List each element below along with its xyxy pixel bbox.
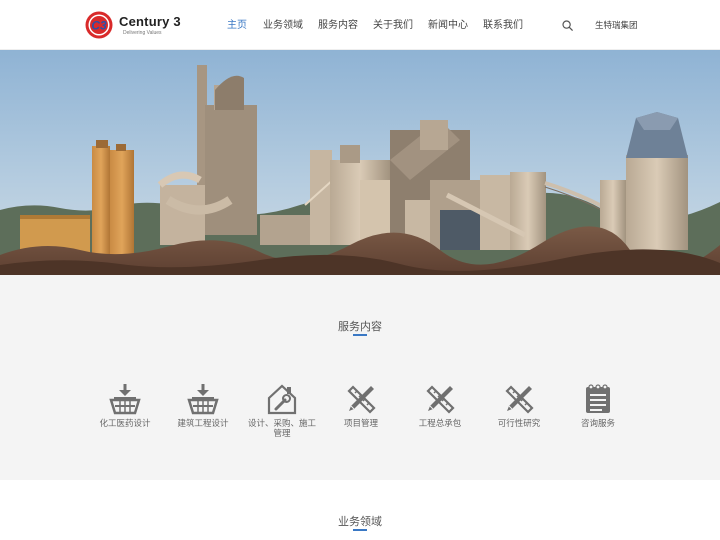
- service-label: 化工医药设计: [99, 419, 151, 429]
- cement-plant-photo: [0, 50, 720, 275]
- business-title-underline: [353, 529, 367, 531]
- top-navigation-bar: C3 Century 3 Delivering Values 主页 业务领域 服…: [0, 0, 720, 50]
- house-wrench-icon: [267, 384, 297, 415]
- service-label: 工程总承包: [418, 419, 462, 429]
- logo-mark-text: C3: [91, 19, 107, 33]
- service-item-consulting[interactable]: 咨询服务: [558, 382, 638, 429]
- service-label: 设计、采购、施工管理: [247, 419, 316, 439]
- basket-download-icon: [109, 384, 141, 415]
- service-item-project-management[interactable]: 项目管理: [321, 382, 401, 429]
- nav-item-about[interactable]: 关于我们: [373, 18, 413, 34]
- business-title: 业务领域: [338, 515, 382, 528]
- pencil-ruler-icon: [426, 385, 455, 414]
- group-link[interactable]: 生特瑞集团: [595, 19, 638, 31]
- brand-logo[interactable]: C3 Century 3 Delivering Values: [85, 11, 195, 41]
- service-item-epcm[interactable]: 设计、采购、施工管理: [242, 382, 322, 439]
- service-item-chemical-pharma[interactable]: 化工医药设计: [85, 382, 165, 429]
- nav-item-contact[interactable]: 联系我们: [483, 18, 523, 34]
- pencil-ruler-icon: [347, 385, 376, 414]
- business-areas-section: 业务领域: [0, 480, 720, 540]
- brand-tagline: Delivering Values: [123, 30, 162, 36]
- service-label: 咨询服务: [580, 419, 615, 429]
- nav-item-services[interactable]: 服务内容: [318, 18, 358, 34]
- pencil-ruler-icon: [505, 385, 534, 414]
- main-nav: 主页 业务领域 服务内容 关于我们 新闻中心 联系我们: [220, 18, 523, 34]
- hero-banner: [0, 50, 720, 275]
- service-item-feasibility[interactable]: 可行性研究: [479, 382, 559, 429]
- brand-name: Century 3: [119, 14, 181, 29]
- nav-item-business-areas[interactable]: 业务领域: [263, 18, 303, 34]
- services-title: 服务内容: [338, 320, 382, 333]
- service-item-epc[interactable]: 工程总承包: [400, 382, 480, 429]
- service-item-architecture[interactable]: 建筑工程设计: [163, 382, 243, 429]
- search-icon[interactable]: [562, 20, 573, 31]
- century3-logo-mark-icon: C3: [85, 11, 113, 39]
- service-label: 项目管理: [343, 419, 378, 429]
- notepad-icon: [586, 384, 610, 413]
- nav-item-home[interactable]: 主页: [227, 18, 247, 34]
- service-label: 建筑工程设计: [177, 419, 229, 429]
- services-title-underline: [353, 334, 367, 336]
- services-section: 服务内容 化工医药设计 建筑工程设计 设计、采购、施工管理 项目管理 工程总承包…: [0, 275, 720, 480]
- basket-download-icon: [187, 384, 219, 415]
- nav-item-news[interactable]: 新闻中心: [428, 18, 468, 34]
- service-label: 可行性研究: [497, 419, 541, 429]
